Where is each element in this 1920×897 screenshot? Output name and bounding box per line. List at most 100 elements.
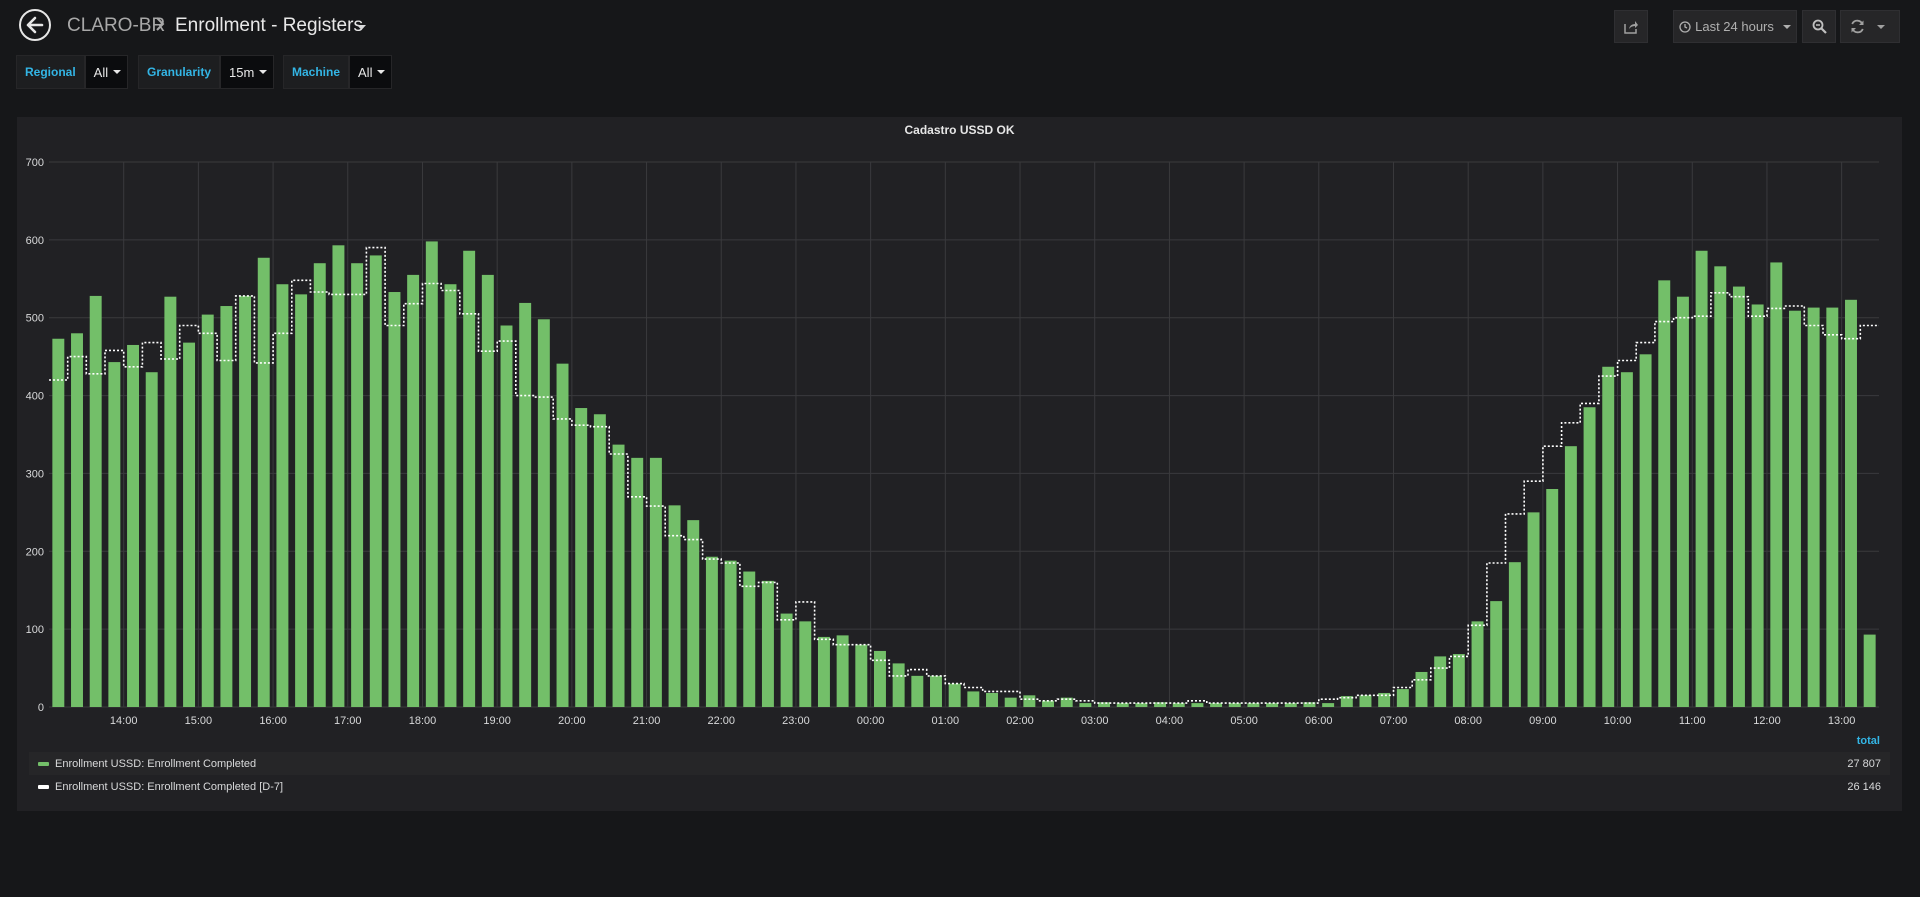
bar-enrollment-completed bbox=[1732, 286, 1745, 707]
bar-enrollment-completed bbox=[873, 650, 886, 707]
refresh-button[interactable] bbox=[1840, 10, 1900, 43]
dashboard-title[interactable]: Enrollment - Registers bbox=[175, 15, 363, 37]
x-tick-label: 17:00 bbox=[334, 715, 362, 727]
bar-enrollment-completed bbox=[612, 444, 625, 707]
legend-total-header[interactable]: total bbox=[1857, 735, 1880, 747]
bar-enrollment-completed bbox=[1845, 299, 1857, 707]
chart-area[interactable]: 0 100 200 300 400 500 600 700 14:00 15:00 16:00 17:… bbox=[17, 117, 1902, 729]
x-tick-label: 00:00 bbox=[857, 715, 885, 727]
time-picker-button[interactable]: Last 24 hours bbox=[1673, 10, 1797, 43]
bar-enrollment-completed bbox=[1658, 280, 1671, 707]
legend-series-name: Enrollment USSD: Enrollment Completed [D… bbox=[55, 780, 284, 793]
variable-regional: Regional All bbox=[16, 55, 129, 89]
bar-enrollment-completed bbox=[71, 333, 83, 707]
bar-enrollment-completed bbox=[1863, 634, 1876, 707]
bar-enrollment-completed bbox=[1508, 562, 1521, 707]
caret-down-icon bbox=[113, 70, 122, 74]
y-tick-label: 200 bbox=[26, 546, 44, 558]
variable-granularity-select[interactable]: 15m bbox=[220, 55, 275, 89]
share-button[interactable] bbox=[1614, 10, 1648, 43]
bar-enrollment-completed bbox=[1546, 489, 1559, 707]
bar-enrollment-completed bbox=[127, 344, 140, 707]
bar-enrollment-completed bbox=[1527, 512, 1540, 707]
bar-enrollment-completed bbox=[1490, 601, 1503, 707]
bar-enrollment-completed bbox=[761, 580, 774, 707]
bar-enrollment-completed bbox=[89, 295, 102, 707]
legend-item[interactable]: Enrollment USSD: Enrollment Completed 27… bbox=[29, 752, 1890, 775]
bar-enrollment-completed bbox=[930, 675, 942, 707]
x-tick-label: 15:00 bbox=[185, 715, 213, 727]
bar-enrollment-completed bbox=[1620, 372, 1633, 707]
bar-enrollment-completed bbox=[145, 372, 158, 707]
share-icon bbox=[1624, 20, 1638, 34]
x-tick-label: 19:00 bbox=[483, 715, 511, 727]
bar-enrollment-completed bbox=[724, 560, 737, 707]
bar-enrollment-completed bbox=[276, 284, 289, 707]
bar-enrollment-completed bbox=[1098, 702, 1111, 707]
legend-swatch-white bbox=[38, 784, 49, 789]
x-tick-label: 13:00 bbox=[1828, 715, 1856, 727]
x-tick-label: 12:00 bbox=[1753, 715, 1781, 727]
legend-item[interactable]: Enrollment USSD: Enrollment Completed [D… bbox=[29, 775, 1890, 798]
x-tick-label: 05:00 bbox=[1230, 715, 1258, 727]
x-tick-label: 06:00 bbox=[1305, 715, 1333, 727]
bar-enrollment-completed bbox=[1042, 700, 1055, 707]
bar-enrollment-completed bbox=[1359, 695, 1372, 707]
magnifier-icon bbox=[1812, 19, 1827, 34]
bar-enrollment-completed bbox=[500, 325, 513, 707]
refresh-interval-caret-icon[interactable] bbox=[1877, 24, 1885, 29]
bar-enrollment-completed bbox=[1714, 266, 1727, 707]
bar-enrollment-completed bbox=[1191, 703, 1204, 707]
bar-enrollment-completed bbox=[332, 245, 345, 708]
bar-enrollment-completed bbox=[631, 457, 644, 707]
bar-enrollment-completed bbox=[1415, 671, 1428, 707]
breadcrumb-folder[interactable]: CLARO-BR bbox=[67, 15, 165, 37]
bar-enrollment-completed bbox=[239, 295, 252, 707]
bar-enrollment-completed bbox=[369, 255, 382, 707]
bar-enrollment-completed bbox=[948, 683, 961, 707]
bar-enrollment-completed bbox=[407, 274, 420, 707]
bar-enrollment-completed bbox=[1023, 695, 1036, 707]
bar-enrollment-completed bbox=[295, 294, 308, 707]
variable-value: All bbox=[358, 64, 373, 80]
caret-down-icon[interactable] bbox=[357, 25, 366, 31]
bar-enrollment-completed bbox=[1602, 366, 1615, 707]
legend-swatch-green bbox=[38, 761, 49, 766]
variable-regional-select[interactable]: All bbox=[84, 55, 129, 89]
y-tick-label: 300 bbox=[26, 468, 44, 480]
back-button[interactable] bbox=[19, 9, 51, 41]
x-tick-label: 07:00 bbox=[1380, 715, 1408, 727]
bar-enrollment-completed bbox=[1340, 696, 1353, 707]
bar-enrollment-completed bbox=[649, 457, 662, 707]
bar-enrollment-completed bbox=[1266, 703, 1279, 707]
zoom-out-button[interactable] bbox=[1802, 10, 1836, 43]
bar-enrollment-completed bbox=[351, 263, 364, 707]
variable-label: Machine bbox=[283, 55, 350, 89]
bar-enrollment-completed bbox=[481, 274, 494, 707]
x-tick-label: 09:00 bbox=[1529, 715, 1557, 727]
caret-down-icon bbox=[259, 70, 268, 74]
x-tick-label: 22:00 bbox=[707, 715, 735, 727]
caret-down-icon bbox=[1782, 24, 1791, 29]
bar-enrollment-completed bbox=[1807, 307, 1820, 707]
bar-enrollment-completed bbox=[108, 362, 121, 707]
variable-machine-select[interactable]: All bbox=[349, 55, 393, 89]
y-tick-label: 400 bbox=[26, 391, 44, 403]
bar-enrollment-completed bbox=[1788, 310, 1801, 707]
x-tick-label: 14:00 bbox=[110, 715, 138, 727]
variable-machine: Machine All bbox=[283, 55, 393, 89]
bar-enrollment-completed bbox=[183, 342, 196, 707]
bar-enrollment-completed bbox=[668, 505, 681, 707]
x-tick-label: 03:00 bbox=[1081, 715, 1109, 727]
bar-enrollment-completed bbox=[1210, 703, 1223, 707]
bar-enrollment-completed bbox=[537, 319, 550, 707]
bar-enrollment-completed bbox=[892, 663, 905, 707]
bar-enrollment-completed bbox=[1639, 354, 1652, 707]
x-tick-label: 04:00 bbox=[1156, 715, 1184, 727]
x-tick-label: 02:00 bbox=[1006, 715, 1034, 727]
variable-value: All bbox=[93, 64, 109, 80]
y-tick-label: 100 bbox=[26, 624, 44, 636]
bar-enrollment-completed bbox=[836, 635, 849, 707]
bar-enrollment-completed bbox=[799, 621, 812, 707]
bar-enrollment-completed bbox=[967, 691, 980, 707]
